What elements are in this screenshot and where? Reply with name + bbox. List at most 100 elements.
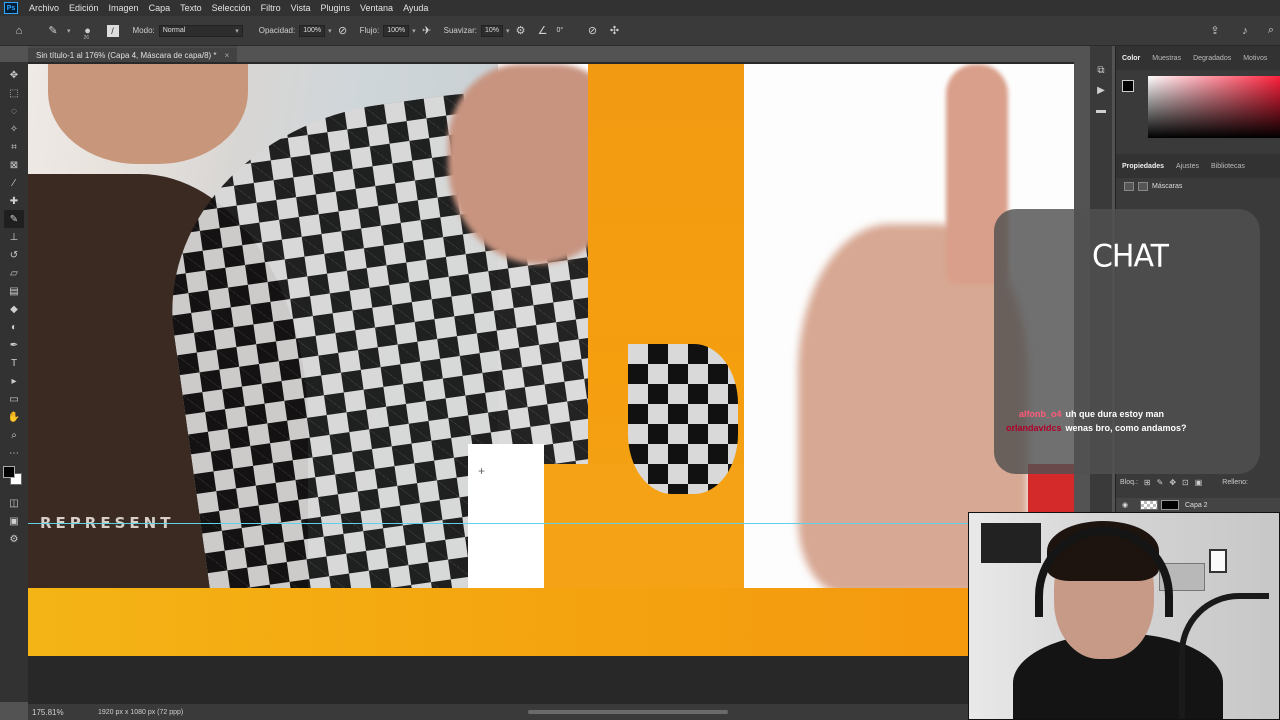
chevron-down-icon[interactable]: ▾: [328, 27, 332, 35]
tab-degradados[interactable]: Degradados: [1187, 55, 1237, 62]
chat-title: CHAT: [1091, 238, 1169, 275]
menu-ventana[interactable]: Ventana: [355, 3, 398, 13]
chevron-down-icon[interactable]: ▾: [412, 27, 416, 35]
eraser-tool-icon[interactable]: ▱: [4, 264, 24, 282]
chat-text: uh que dura estoy man: [1065, 409, 1165, 419]
lock-all-icon[interactable]: ▣: [1195, 478, 1203, 487]
menu-ayuda[interactable]: Ayuda: [398, 3, 433, 13]
menu-edicion[interactable]: Edición: [64, 3, 104, 13]
brush-preset-icon[interactable]: ● 26: [81, 24, 95, 41]
foreground-color-swatch[interactable]: [3, 466, 15, 478]
smooth-input[interactable]: 10%: [480, 24, 503, 37]
edit-toolbar-icon[interactable]: ⚙: [4, 530, 24, 548]
airbrush-icon[interactable]: ✈: [420, 24, 434, 38]
marquee-tool-icon[interactable]: ⬚: [4, 84, 24, 102]
path-select-tool-icon[interactable]: ▸: [4, 372, 24, 390]
home-icon[interactable]: ⌂: [12, 24, 26, 38]
quick-mask-icon[interactable]: ◫: [4, 494, 24, 512]
zoom-tool-icon[interactable]: ⌕: [4, 426, 24, 444]
hand-tool-icon[interactable]: ✋: [4, 408, 24, 426]
horizontal-scrollbar[interactable]: [528, 710, 728, 714]
menu-texto[interactable]: Texto: [175, 3, 207, 13]
blur-tool-icon[interactable]: ◆: [4, 300, 24, 318]
lock-artboard-icon[interactable]: ⊡: [1182, 478, 1189, 487]
color-swatches[interactable]: [3, 466, 25, 488]
brush-tool-icon[interactable]: ✎: [4, 210, 24, 228]
color-picker-field[interactable]: [1148, 76, 1280, 138]
gradient-tool-icon[interactable]: ▤: [4, 282, 24, 300]
quick-select-tool-icon[interactable]: ✧: [4, 120, 24, 138]
lock-brush-icon[interactable]: ✎: [1157, 478, 1164, 487]
eyedropper-tool-icon[interactable]: ⁄: [4, 174, 24, 192]
layer-row[interactable]: ◉ Capa 2: [1116, 498, 1280, 512]
menu-seleccion[interactable]: Selección: [207, 3, 256, 13]
webcam-overlay: [968, 512, 1280, 720]
type-tool-icon[interactable]: T: [4, 354, 24, 372]
menu-archivo[interactable]: Archivo: [24, 3, 64, 13]
canvas-area[interactable]: REPRESENT +: [28, 62, 1074, 704]
actions-panel-icon[interactable]: ▶: [1094, 83, 1108, 97]
tab-motivos[interactable]: Motivos: [1237, 55, 1273, 62]
artboard[interactable]: REPRESENT +: [28, 64, 1074, 590]
menu-plugins[interactable]: Plugins: [316, 3, 356, 13]
tab-muestras[interactable]: Muestras: [1146, 55, 1187, 62]
zoom-readout[interactable]: 175.81%: [28, 708, 68, 717]
gear-icon[interactable]: ⚙: [514, 24, 528, 38]
tab-ajustes[interactable]: Ajustes: [1170, 163, 1205, 170]
dodge-tool-icon[interactable]: ◐: [4, 318, 24, 336]
chat-overlay: CHAT alfonb_o4 uh que dura estoy man orla…: [994, 209, 1260, 474]
healing-tool-icon[interactable]: ✚: [4, 192, 24, 210]
pressure-size-icon[interactable]: ⊘: [586, 24, 600, 38]
more-tools-icon[interactable]: ⋯: [4, 444, 24, 462]
chevron-down-icon[interactable]: ▾: [67, 27, 71, 35]
bell-icon[interactable]: ♪: [1238, 24, 1252, 38]
mode-select[interactable]: Normal ▾: [158, 24, 243, 37]
angle-input[interactable]: 0°: [554, 25, 572, 37]
pen-tool-icon[interactable]: ✒: [4, 336, 24, 354]
screen-mode-icon[interactable]: ▣: [4, 512, 24, 530]
symmetry-icon[interactable]: ✣: [608, 24, 622, 38]
menu-capa[interactable]: Capa: [144, 3, 176, 13]
crop-tool-icon[interactable]: ⌗: [4, 138, 24, 156]
chat-message: alfonb_o4 uh que dura estoy man: [1019, 409, 1164, 419]
close-icon[interactable]: ×: [225, 51, 230, 60]
stamp-tool-icon[interactable]: ⊥: [4, 228, 24, 246]
frame-tool-icon[interactable]: ⊠: [4, 156, 24, 174]
brush-settings-icon[interactable]: /: [106, 24, 119, 37]
move-tool-icon[interactable]: ✥: [4, 66, 24, 84]
lock-position-icon[interactable]: ✥: [1169, 478, 1176, 487]
menu-vista[interactable]: Vista: [286, 3, 316, 13]
pressure-opacity-icon[interactable]: ⊘: [336, 24, 350, 38]
foreground-color-swatch[interactable]: [1122, 80, 1134, 92]
history-brush-tool-icon[interactable]: ↺: [4, 246, 24, 264]
eye-icon[interactable]: ◉: [1122, 501, 1134, 509]
comments-panel-icon[interactable]: ▬: [1094, 103, 1108, 117]
options-bar: ⌂ ✎ ▾ ● 26 / Modo: Normal ▾ Opacidad: 100%…: [0, 16, 1280, 46]
menu-filtro[interactable]: Filtro: [256, 3, 286, 13]
tab-color[interactable]: Color: [1116, 55, 1146, 62]
angle-icon[interactable]: ∠: [536, 24, 550, 38]
menu-bar: Ps Archivo Edición Imagen Capa Texto Sel…: [0, 0, 1280, 16]
lasso-tool-icon[interactable]: ◌: [4, 102, 24, 120]
document-tab[interactable]: Sin título-1 al 176% (Capa 4, Máscara de…: [28, 46, 238, 62]
search-icon[interactable]: ⌕: [1264, 24, 1278, 38]
opacity-input[interactable]: 100%: [299, 24, 326, 37]
properties-panel-tabs: Propiedades Ajustes Bibliotecas: [1116, 154, 1280, 178]
tab-propiedades[interactable]: Propiedades: [1116, 163, 1170, 170]
brush-size: 26: [83, 34, 90, 41]
lock-pixels-icon[interactable]: ⊞: [1144, 478, 1151, 487]
chevron-down-icon[interactable]: ▾: [506, 27, 510, 35]
layer-mask-thumbnail[interactable]: [1161, 500, 1179, 510]
horizontal-guide[interactable]: [28, 523, 1074, 524]
brush-icon[interactable]: ✎: [46, 24, 60, 38]
tab-bibliotecas[interactable]: Bibliotecas: [1205, 163, 1251, 170]
menu-imagen[interactable]: Imagen: [104, 3, 144, 13]
history-panel-icon[interactable]: ⧉: [1094, 63, 1108, 77]
share-icon[interactable]: ⇪: [1208, 24, 1222, 38]
vector-mask-icon[interactable]: [1138, 182, 1148, 191]
shape-tool-icon[interactable]: ▭: [4, 390, 24, 408]
layer-name: Capa 2: [1185, 501, 1208, 509]
pixel-mask-icon[interactable]: [1124, 182, 1134, 191]
flow-input[interactable]: 100%: [383, 24, 410, 37]
webcam-picture-frame: [1209, 549, 1227, 573]
